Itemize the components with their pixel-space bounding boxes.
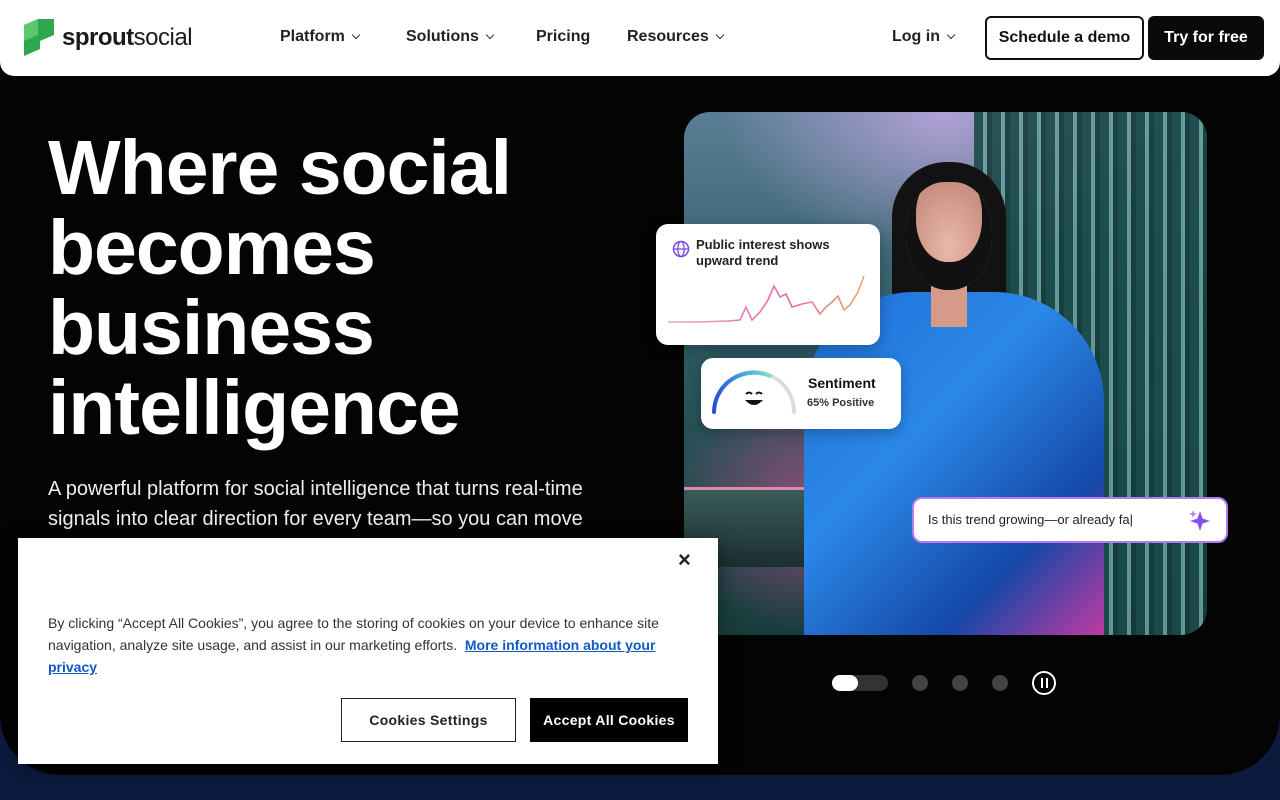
top-nav: sproutsocial Platform Solutions Pricing … [0, 0, 1280, 76]
nav-pricing[interactable]: Pricing [536, 28, 590, 46]
chevron-down-icon [946, 30, 956, 40]
try-for-free-button[interactable]: Try for free [1148, 16, 1264, 60]
nav-pricing-label: Pricing [536, 28, 591, 45]
schedule-demo-button[interactable]: Schedule a demo [985, 16, 1144, 60]
nav-resources-label: Resources [627, 28, 709, 45]
carousel-dot[interactable] [952, 675, 968, 691]
close-icon[interactable]: × [678, 549, 694, 571]
nav-solutions[interactable]: Solutions [406, 28, 495, 46]
smiley-face-icon [745, 391, 763, 405]
trend-title: Public interest shows upward trend [696, 237, 830, 268]
hero-subtext: A powerful platform for social intellige… [48, 478, 583, 530]
cookies-settings-button[interactable]: Cookies Settings [341, 698, 516, 742]
logo-wordmark: sproutsocial [62, 23, 193, 51]
chevron-down-icon [351, 30, 361, 40]
carousel-dot[interactable] [992, 675, 1008, 691]
sentiment-title: Sentiment [808, 375, 876, 391]
cookie-banner: × By clicking “Accept All Cookies”, you … [18, 538, 718, 764]
cookie-text: By clicking “Accept All Cookies”, you ag… [48, 612, 693, 678]
trend-sparkline [668, 275, 865, 323]
pause-icon[interactable] [1032, 671, 1056, 695]
sparkle-icon [1189, 510, 1210, 531]
sentiment-value: 65% Positive [807, 397, 875, 409]
sprout-leaf-icon [24, 19, 54, 56]
sprout-social-logo[interactable]: sproutsocial [24, 19, 193, 56]
hero-headline: Where social becomes business intelligen… [48, 125, 512, 451]
carousel-dot-active[interactable] [832, 675, 888, 691]
globe-icon [672, 240, 690, 258]
sentiment-gauge [712, 370, 796, 414]
sentiment-card: Sentiment 65% Positive [701, 358, 901, 429]
nav-platform-label: Platform [280, 28, 345, 45]
accept-all-cookies-button[interactable]: Accept All Cookies [530, 698, 688, 742]
nav-solutions-label: Solutions [406, 28, 479, 45]
person-face [906, 182, 992, 290]
carousel-dot[interactable] [912, 675, 928, 691]
ai-prompt-text: Is this trend growing—or already fa| [928, 512, 1133, 527]
trend-card: Public interest shows upward trend [656, 224, 880, 345]
nav-login[interactable]: Log in [892, 28, 956, 46]
nav-resources[interactable]: Resources [627, 28, 725, 46]
nav-login-label: Log in [892, 28, 940, 45]
ai-prompt-input[interactable]: Is this trend growing—or already fa| [912, 497, 1228, 543]
chevron-down-icon [485, 30, 495, 40]
chevron-down-icon [715, 30, 725, 40]
nav-platform[interactable]: Platform [280, 28, 361, 46]
